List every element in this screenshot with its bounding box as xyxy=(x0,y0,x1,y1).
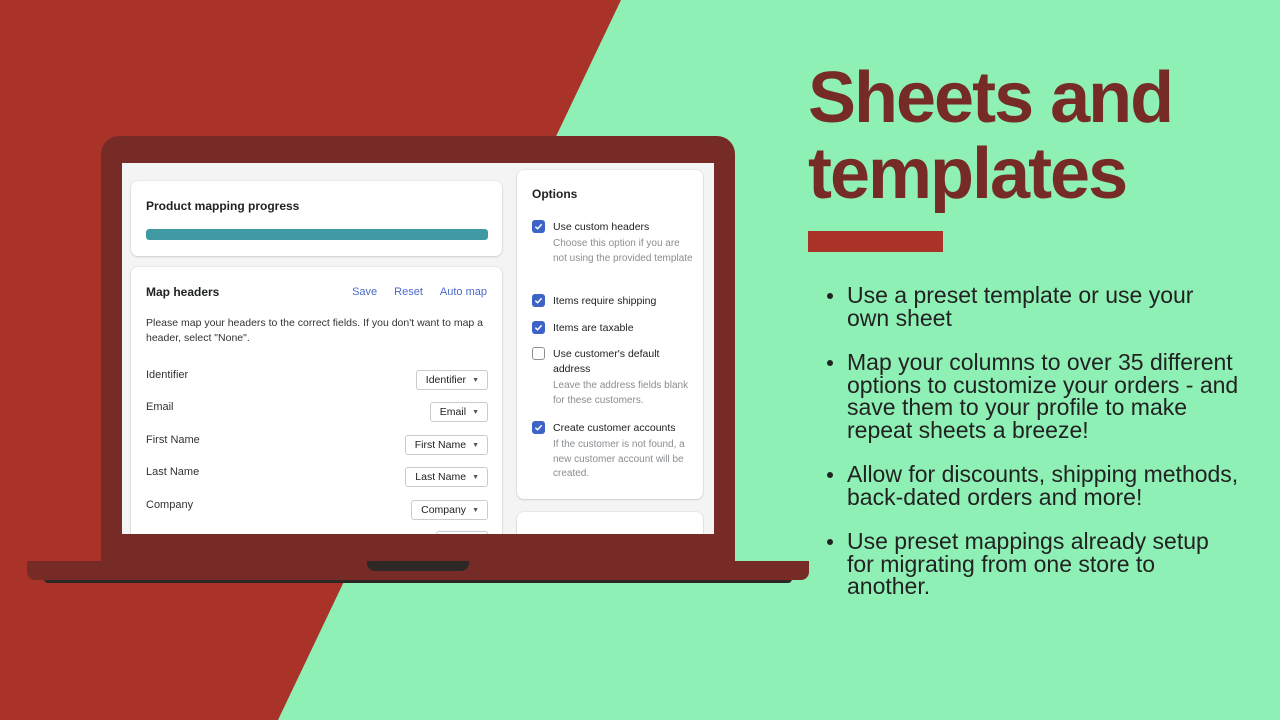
checkbox-items-require-shipping[interactable] xyxy=(532,294,545,307)
mapping-row: Email Email ▼ xyxy=(146,401,488,423)
feature-item: Use a preset template or use your own sh… xyxy=(822,284,1242,329)
mapping-row-partial xyxy=(146,530,488,534)
caret-down-icon: ▼ xyxy=(472,376,479,384)
email-select[interactable]: Email ▼ xyxy=(429,402,488,422)
mapping-row-label: Identifier xyxy=(146,369,189,381)
checkbox-use-customer-default-address[interactable] xyxy=(532,347,545,360)
feature-item: Allow for discounts, shipping methods, b… xyxy=(822,463,1242,508)
mapping-row-label: Email xyxy=(146,401,174,413)
caret-down-icon: ▼ xyxy=(472,408,479,416)
option-label: Create customer accounts xyxy=(553,422,676,434)
identifier-select[interactable]: Identifier ▼ xyxy=(415,370,488,390)
option-label: Use customer's default address xyxy=(553,348,660,375)
checkmark-icon xyxy=(534,297,543,304)
bullet-icon xyxy=(827,293,833,299)
first-name-select[interactable]: First Name ▼ xyxy=(404,435,488,455)
option-help: Choose this option if you are not using … xyxy=(553,238,693,264)
checkbox-use-custom-headers[interactable] xyxy=(532,220,545,233)
last-name-select[interactable]: Last Name ▼ xyxy=(405,467,488,487)
options-card: Options Use custom headers Choose this o… xyxy=(517,170,703,499)
save-link[interactable]: Save xyxy=(352,286,377,298)
feature-item: Use preset mappings already setup for mi… xyxy=(822,530,1242,598)
map-headers-actions: Save Reset Auto map xyxy=(352,286,487,298)
checkmark-icon xyxy=(534,424,543,431)
partial-select[interactable] xyxy=(436,531,488,534)
option-help: If the customer is not found, a new cust… xyxy=(553,439,685,479)
company-select[interactable]: Company ▼ xyxy=(411,500,488,520)
bullet-icon xyxy=(827,539,833,545)
checkmark-icon xyxy=(534,223,543,230)
mapping-row-label: First Name xyxy=(146,434,200,446)
select-value: Company xyxy=(421,504,467,516)
laptop-notch xyxy=(367,561,469,571)
mapping-row: Company Company ▼ xyxy=(146,499,488,521)
feature-list: Use a preset template or use your own sh… xyxy=(822,284,1242,620)
mapping-row-label: Last Name xyxy=(146,466,200,478)
option-label: Items require shipping xyxy=(553,295,657,307)
select-value: Email xyxy=(439,406,467,418)
options-title: Options xyxy=(532,187,578,201)
checkbox-items-are-taxable[interactable] xyxy=(532,321,545,334)
progress-card: Product mapping progress xyxy=(131,181,502,256)
feature-text: Map your columns to over 35 different op… xyxy=(847,349,1239,443)
map-headers-description: Please map your headers to the correct f… xyxy=(146,317,484,344)
headline-underline xyxy=(808,231,943,252)
caret-down-icon: ▼ xyxy=(472,441,479,449)
checkbox-create-customer-accounts[interactable] xyxy=(532,421,545,434)
option-label: Items are taxable xyxy=(553,322,634,334)
mapping-row: Last Name Last Name ▼ xyxy=(146,466,488,488)
bullet-icon xyxy=(827,360,833,366)
mapping-row: First Name First Name ▼ xyxy=(146,434,488,456)
checkmark-icon xyxy=(534,324,543,331)
select-value: Identifier xyxy=(425,374,467,386)
select-value: First Name xyxy=(414,439,467,451)
feature-text: Use a preset template or use your own sh… xyxy=(847,282,1194,331)
feature-item: Map your columns to over 35 different op… xyxy=(822,351,1242,441)
bullet-icon xyxy=(827,472,833,478)
caret-down-icon: ▼ xyxy=(472,473,479,481)
option-label: Use custom headers xyxy=(553,221,650,233)
caret-down-icon: ▼ xyxy=(472,506,479,514)
payment-card-partial xyxy=(517,512,703,534)
map-headers-card: Map headers Save Reset Auto map Please m… xyxy=(131,267,502,534)
progress-bar-fill xyxy=(146,229,488,240)
feature-text: Use preset mappings already setup for mi… xyxy=(847,528,1209,599)
progress-bar xyxy=(146,229,488,240)
option-help: Leave the address fields blank for these… xyxy=(553,380,689,406)
feature-text: Allow for discounts, shipping methods, b… xyxy=(847,461,1239,510)
laptop-screen: Product mapping progress Map headers Sav… xyxy=(122,163,714,534)
mapping-row-label: Company xyxy=(146,499,194,511)
progress-title: Product mapping progress xyxy=(146,199,300,213)
mapping-row: Identifier Identifier ▼ xyxy=(146,369,488,391)
auto-map-link[interactable]: Auto map xyxy=(440,286,487,298)
headline: Sheets and templates xyxy=(808,58,1174,214)
map-headers-title: Map headers xyxy=(146,285,220,299)
reset-link[interactable]: Reset xyxy=(394,286,423,298)
select-value: Last Name xyxy=(415,471,467,483)
